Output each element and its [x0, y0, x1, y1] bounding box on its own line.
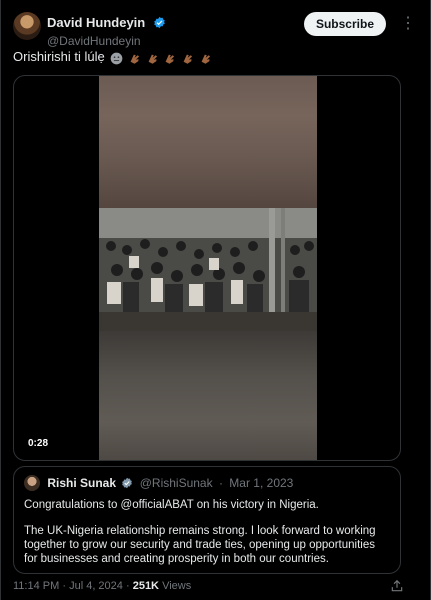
quoted-tweet-body: Congratulations to @officialABAT on his … [24, 498, 390, 566]
author-info[interactable]: David Hundeyin @DavidHundeyin [47, 14, 166, 48]
quoted-author-avatar[interactable] [24, 475, 40, 491]
tweet-text-content: Orishirishi ti lúlẹ [13, 49, 105, 64]
video-frame[interactable] [99, 76, 317, 460]
author-display-name[interactable]: David Hundeyin [47, 15, 145, 30]
video-blur-top [99, 76, 317, 208]
clapping-hands-emoji-icon [165, 54, 175, 64]
clapping-hands-emoji-icon [201, 54, 210, 64]
quoted-meta-separator: · [218, 476, 223, 490]
footer-separator: · [125, 580, 130, 592]
emoji-row [110, 50, 212, 65]
verified-badge-icon [153, 17, 165, 29]
tweet-detail: David Hundeyin @DavidHundeyin Subscribe … [0, 0, 431, 600]
tweet-footer: 11:14 PM · Jul 4, 2024 · 251K Views [13, 580, 191, 592]
quoted-author-handle[interactable]: @RishiSunak [140, 476, 213, 490]
neutral-face-emoji-icon [111, 52, 123, 65]
video-duration: 0:28 [24, 437, 53, 450]
clapping-hands-emoji-icon [148, 54, 157, 64]
video-player[interactable]: 0:28 [13, 75, 401, 461]
clapping-hands-emoji-icon [130, 54, 140, 64]
author-handle[interactable]: @DavidHundeyin [47, 34, 166, 48]
tweet-time[interactable]: 11:14 PM [13, 580, 59, 592]
views-count: 251K [132, 580, 159, 592]
share-icon[interactable] [390, 579, 404, 593]
quoted-author-name[interactable]: Rishi Sunak [47, 476, 116, 490]
tweet-header: David Hundeyin @DavidHundeyin Subscribe … [13, 12, 418, 48]
more-options-icon[interactable]: ⋮ [398, 14, 418, 34]
footer-separator: · [62, 580, 67, 592]
crowd-scene-image [99, 208, 317, 331]
quoted-paragraph: Congratulations to @officialABAT on his … [24, 499, 319, 511]
tweet-text: Orishirishi ti lúlẹ [13, 49, 213, 65]
quoted-tweet-date[interactable]: Mar 1, 2023 [229, 476, 293, 490]
views-label: Views [162, 580, 192, 592]
quoted-tweet-header: Rishi Sunak @RishiSunak · Mar 1, 2023 [24, 475, 390, 491]
author-avatar[interactable] [13, 12, 41, 40]
quoted-paragraph: The UK-Nigeria relationship remains stro… [24, 525, 376, 565]
tweet-date[interactable]: Jul 4, 2024 [69, 580, 123, 592]
subscribe-button[interactable]: Subscribe [303, 12, 386, 36]
quoted-tweet[interactable]: Rishi Sunak @RishiSunak · Mar 1, 2023 Co… [13, 466, 401, 574]
verified-badge-icon [122, 477, 133, 489]
clapping-hands-emoji-icon [183, 54, 192, 64]
video-blur-bottom [99, 331, 317, 460]
